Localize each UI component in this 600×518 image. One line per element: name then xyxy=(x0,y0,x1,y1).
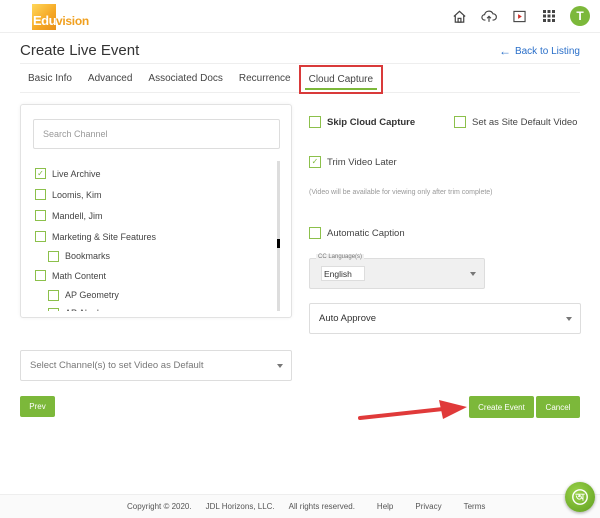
channel-item-mandell-jim[interactable]: Mandell, Jim xyxy=(35,205,275,226)
option-label: Skip Cloud Capture xyxy=(327,116,416,128)
channel-item-bookmarks[interactable]: Bookmarks xyxy=(35,247,275,265)
footer-link-privacy[interactable]: Privacy xyxy=(415,502,441,511)
cc-language-chip[interactable]: English xyxy=(321,266,365,281)
logo-prefix: Edu xyxy=(33,13,57,28)
footer: Copyright © 2020. JDL Horizons, LLC. All… xyxy=(0,494,600,518)
approval-value: Auto Approve xyxy=(319,313,377,324)
checkbox[interactable] xyxy=(35,231,46,242)
header-icons: T xyxy=(450,6,590,26)
channel-item-ap-algebra[interactable]: AP Algebra xyxy=(35,304,275,311)
footer-link-help[interactable]: Help xyxy=(377,502,393,511)
top-bar: Edu vision T xyxy=(0,0,600,33)
channel-label: Math Content xyxy=(52,270,107,281)
trim-note: (Video will be available for viewing onl… xyxy=(309,189,493,196)
checkbox[interactable] xyxy=(35,210,46,221)
cancel-button[interactable]: Cancel xyxy=(536,396,580,418)
checkbox[interactable] xyxy=(48,307,59,311)
footer-company: JDL Horizons, LLC. xyxy=(205,502,275,511)
skip-cloud-capture-option[interactable]: Skip Cloud Capture xyxy=(309,116,415,128)
default-channel-placeholder: Select Channel(s) to set Video as Defaul… xyxy=(30,360,204,371)
footer-link-terms[interactable]: Terms xyxy=(464,502,486,511)
checkbox[interactable] xyxy=(309,116,321,128)
channel-item-live-archive[interactable]: ✓ Live Archive xyxy=(35,163,275,184)
back-link-label: Back to Listing xyxy=(514,45,580,57)
approval-select[interactable]: Auto Approve xyxy=(309,303,581,334)
channel-item-marketing[interactable]: Marketing & Site Features xyxy=(35,226,275,247)
checkbox-checked[interactable]: ✓ xyxy=(35,168,46,179)
channel-item-loomis-kim[interactable]: Loomis, Kim xyxy=(35,184,275,205)
cc-language-select[interactable]: CC Language(s) English xyxy=(309,254,485,289)
cloud-upload-icon[interactable] xyxy=(480,7,498,25)
checkbox[interactable] xyxy=(35,270,46,281)
avatar[interactable]: T xyxy=(570,6,590,26)
checkbox[interactable] xyxy=(35,189,46,200)
checkbox[interactable] xyxy=(309,227,321,239)
site-default-video-option[interactable]: Set as Site Default Video xyxy=(454,116,577,128)
channel-item-math-content[interactable]: Math Content xyxy=(35,265,275,286)
home-icon[interactable] xyxy=(450,7,468,25)
tab-recurrence[interactable]: Recurrence xyxy=(231,64,299,92)
footer-copyright: Copyright © 2020. xyxy=(127,502,192,511)
accessibility-icon: অ xyxy=(572,489,588,505)
prev-button[interactable]: Prev xyxy=(20,396,55,417)
back-to-listing-link[interactable]: ← Back to Listing xyxy=(499,44,580,58)
channel-label: Live Archive xyxy=(52,168,101,179)
tab-basic-info[interactable]: Basic Info xyxy=(20,64,80,92)
caret-down-icon xyxy=(566,317,572,321)
channel-label: AP Algebra xyxy=(65,308,110,311)
apps-grid-icon[interactable] xyxy=(540,7,558,25)
caret-down-icon xyxy=(277,364,283,368)
eduvision-logo[interactable]: Edu vision xyxy=(32,4,94,30)
channel-label: AP Geometry xyxy=(65,290,119,300)
default-channel-select[interactable]: Select Channel(s) to set Video as Defaul… xyxy=(20,350,292,381)
checkbox-checked[interactable]: ✓ xyxy=(309,156,321,168)
option-label: Automatic Caption xyxy=(327,227,405,239)
channel-panel: Search Channel ✓ Live Archive Loomis, Ki… xyxy=(20,104,292,318)
tab-bar: Basic Info Advanced Associated Docs Recu… xyxy=(20,63,580,94)
automatic-caption-option[interactable]: Automatic Caption xyxy=(309,227,405,239)
channel-item-ap-geometry[interactable]: AP Geometry xyxy=(35,286,275,304)
channel-label: Mandell, Jim xyxy=(52,210,103,221)
footer-rights: All rights reserved. xyxy=(288,502,355,511)
option-label: Set as Site Default Video xyxy=(472,116,578,128)
caret-down-icon xyxy=(470,272,476,276)
accessibility-button[interactable]: অ xyxy=(565,482,595,512)
channel-label: Bookmarks xyxy=(65,251,111,261)
arrow-left-icon: ← xyxy=(498,44,511,58)
tab-cloud-capture[interactable]: Cloud Capture xyxy=(298,65,384,94)
logo-suffix: vision xyxy=(56,14,89,28)
create-event-button[interactable]: Create Event xyxy=(469,396,534,418)
trim-video-later-option[interactable]: ✓ Trim Video Later xyxy=(309,156,397,168)
page-title: Create Live Event xyxy=(20,42,140,59)
annotation-arrow-icon xyxy=(358,400,467,420)
channel-list: ✓ Live Archive Loomis, Kim Mandell, Jim … xyxy=(35,163,275,311)
search-channel-input[interactable]: Search Channel xyxy=(33,119,280,149)
checkbox[interactable] xyxy=(454,116,466,128)
scrollbar-thumb[interactable] xyxy=(277,239,280,248)
cc-language-label: CC Language(s) xyxy=(316,254,365,260)
channel-list-scrollbar[interactable] xyxy=(277,161,280,311)
option-label: Trim Video Later xyxy=(327,156,397,168)
svg-text:অ: অ xyxy=(575,493,586,504)
tab-associated-docs[interactable]: Associated Docs xyxy=(140,64,230,92)
video-play-icon[interactable] xyxy=(510,7,528,25)
channel-label: Marketing & Site Features xyxy=(52,231,157,242)
checkbox[interactable] xyxy=(48,250,59,262)
tab-advanced[interactable]: Advanced xyxy=(80,64,140,92)
channel-label: Loomis, Kim xyxy=(52,189,102,200)
checkbox[interactable] xyxy=(48,289,59,301)
